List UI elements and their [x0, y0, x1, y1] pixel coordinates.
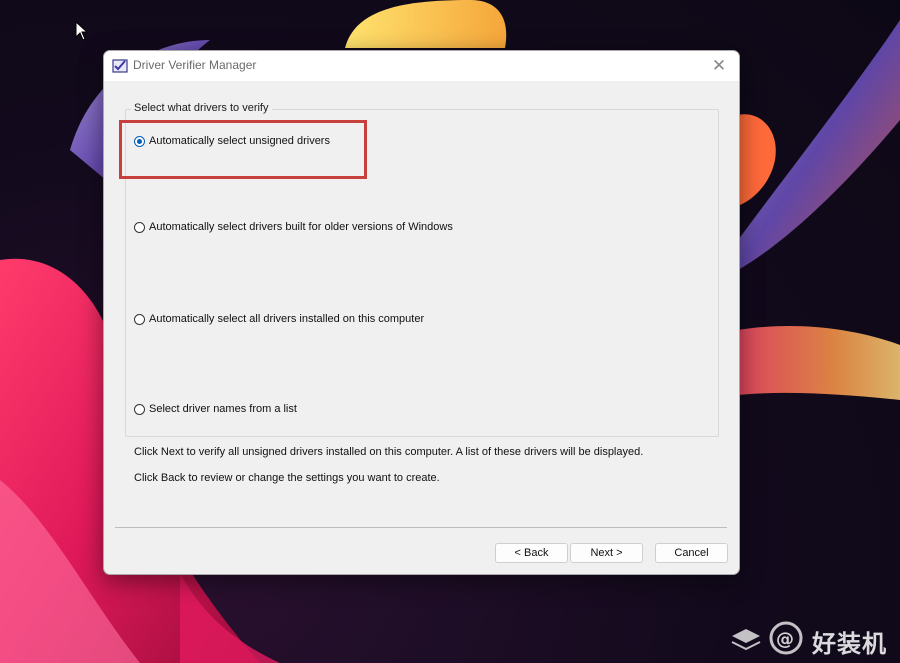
radio-label: Select driver names from a list: [149, 403, 297, 415]
radio-option-older-windows-drivers[interactable]: Automatically select drivers built for o…: [134, 221, 453, 233]
radio-label: Automatically select drivers built for o…: [149, 221, 453, 233]
description-back: Click Back to review or change the setti…: [134, 472, 440, 484]
driver-verifier-app-icon: [112, 59, 128, 73]
close-button[interactable]: ✕: [699, 51, 739, 81]
radio-option-unsigned-drivers[interactable]: Automatically select unsigned drivers: [134, 135, 330, 147]
radio-button-checked[interactable]: [134, 135, 145, 147]
window-title: Driver Verifier Manager: [133, 58, 257, 72]
radio-option-select-from-list[interactable]: Select driver names from a list: [134, 403, 297, 415]
highlight-annotation-box: [119, 120, 367, 179]
svg-text:@: @: [776, 629, 794, 650]
driver-verifier-dialog: Driver Verifier Manager ✕ Select what dr…: [103, 50, 740, 575]
close-icon: ✕: [711, 56, 727, 75]
description-next: Click Next to verify all unsigned driver…: [134, 446, 644, 458]
separator: [115, 527, 727, 528]
radio-button[interactable]: [134, 313, 145, 325]
radio-label: Automatically select all drivers install…: [149, 313, 425, 325]
mouse-pointer-icon: [75, 21, 89, 41]
radio-button[interactable]: [134, 221, 145, 233]
title-bar[interactable]: Driver Verifier Manager ✕: [104, 51, 739, 81]
next-button[interactable]: Next >: [570, 543, 643, 563]
group-label: Select what drivers to verify: [131, 102, 272, 114]
radio-label: Automatically select unsigned drivers: [149, 135, 330, 147]
cancel-button[interactable]: Cancel: [655, 543, 728, 563]
watermark-text: 好装机: [812, 630, 887, 658]
back-button[interactable]: < Back: [495, 543, 568, 563]
radio-button[interactable]: [134, 403, 145, 415]
radio-option-all-drivers[interactable]: Automatically select all drivers install…: [134, 313, 424, 325]
